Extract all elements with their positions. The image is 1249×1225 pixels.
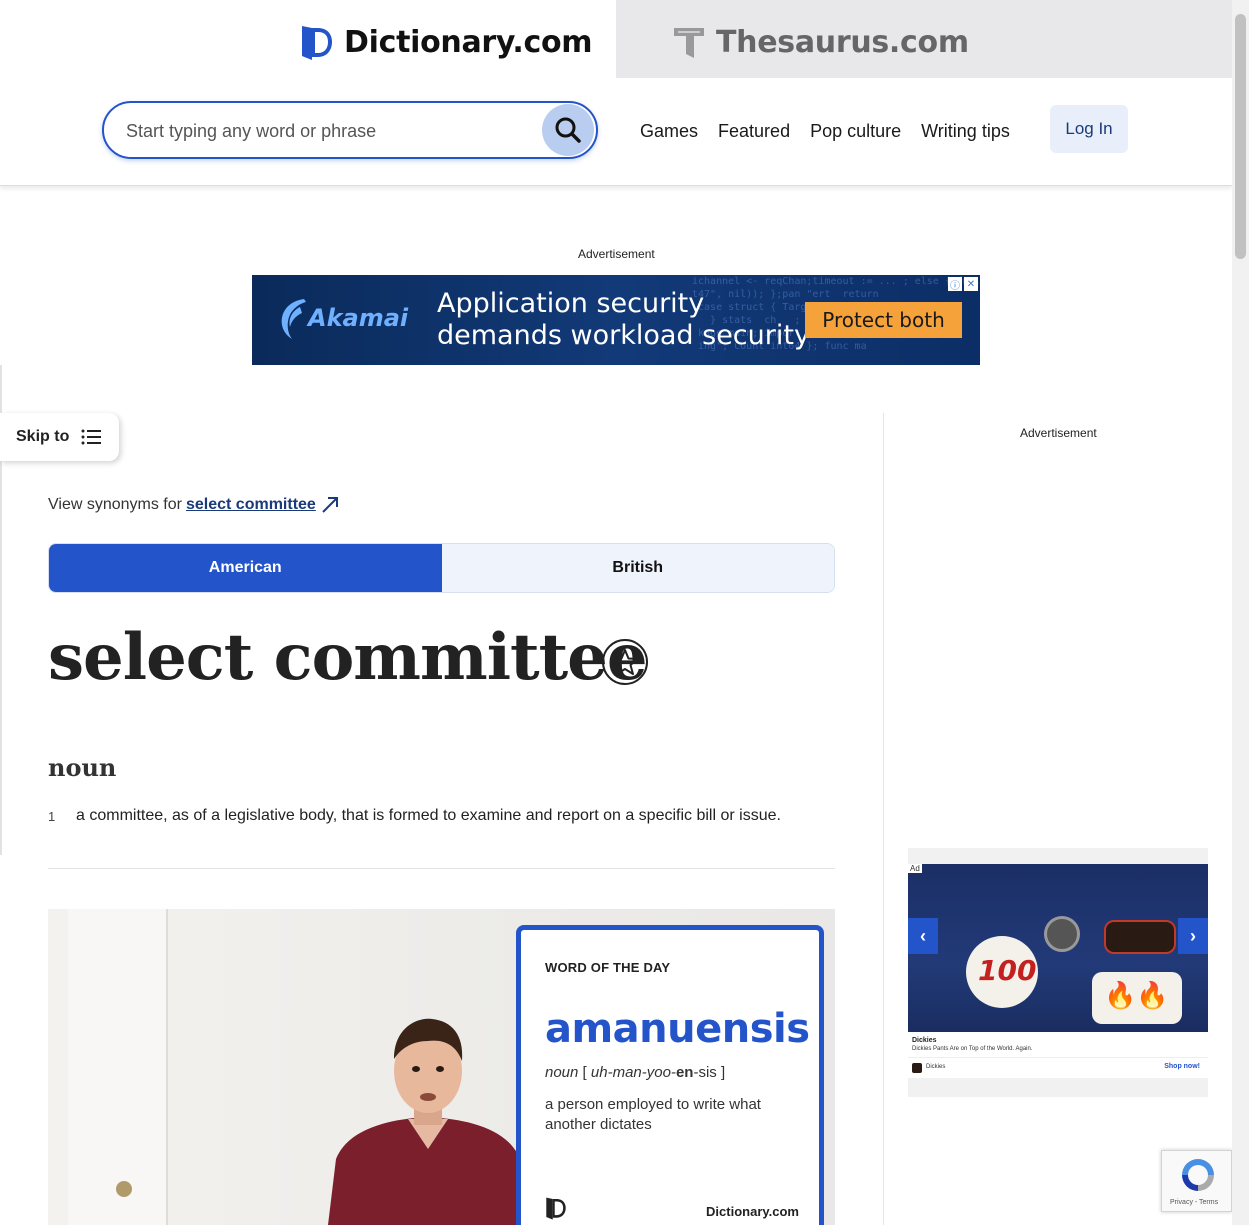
brand-tabs: Dictionary.com Thesaurus.com [0,0,1232,78]
favorite-button[interactable] [602,639,648,685]
sidebar-ad-desc: Dickies Pants Are on Top of the World. A… [912,1046,1033,1052]
skip-to-label: Skip to [16,428,70,445]
definition-text: a committee, as of a legislative body, t… [76,807,781,824]
recaptcha-badge[interactable]: Privacy - Terms [1161,1150,1232,1212]
patch-dickies [1104,920,1176,954]
patch-button [1044,916,1080,952]
nav-games[interactable]: Games [640,121,698,142]
nav-featured[interactable]: Featured [718,121,790,142]
ad-info-icon[interactable]: ⓘ [948,277,962,292]
door-knob [116,1181,132,1197]
scrollbar-thumb[interactable] [1235,14,1246,259]
dictionary-brand-name: Dictionary.com [344,24,593,60]
sidebar-ad[interactable]: 100 🔥🔥 Ad ‹ › Dickies Dickies Pants Are … [908,848,1208,1097]
tab-american[interactable]: American [49,544,442,592]
search-icon [555,117,581,143]
recaptcha-terms[interactable]: Privacy - Terms [1170,1199,1218,1206]
headword: select committee [48,620,648,695]
star-icon [611,649,639,675]
login-button[interactable]: Log In [1050,105,1128,153]
akamai-logo: Akamai [278,295,408,341]
ad-label-sidebar: Advertisement [1020,426,1097,440]
ad-cta-button[interactable]: Protect both [805,302,962,338]
tab-british[interactable]: British [441,544,834,592]
chevron-right-icon: › [1190,925,1196,946]
akamai-wave-icon [281,299,306,339]
nav-writing-tips[interactable]: Writing tips [921,121,1010,142]
carousel-next-button[interactable]: › [1178,918,1208,954]
banner-ad[interactable]: ichannel <- reqChan;timeout := ... ; els… [252,275,980,365]
search-box [102,101,598,159]
sidebar-ad-cta[interactable]: Shop now! [1164,1063,1200,1070]
sidebar-ad-tag: Ad [908,864,922,873]
presenter-image [328,1018,528,1225]
page-scrollbar[interactable] [1232,0,1249,1225]
dictionary-logo-icon [302,26,332,60]
recaptcha-icon [1182,1159,1214,1191]
thesaurus-logo-icon [674,28,704,58]
dictionary-logo[interactable]: Dictionary.com [300,24,593,60]
wotd-pron-pre: uh-man-yoo- [590,1064,676,1081]
chevron-left-icon: ‹ [920,925,926,946]
wotd-card: WORD OF THE DAY amanuensis noun [ uh-man… [516,925,824,1225]
ad-controls: ⓘ ✕ [948,277,978,292]
ad-headline-line2: demands workload security [437,320,810,351]
sidebar-ad-image: 100 🔥🔥 [908,864,1208,1032]
wotd-pron-post: -sis ] [693,1064,726,1081]
synonyms-prefix: View synonyms for [48,496,182,513]
wotd-label: WORD OF THE DAY [545,960,671,975]
search-input[interactable] [126,117,526,145]
wotd-pron-open: [ [582,1064,591,1081]
nav-pop-culture[interactable]: Pop culture [810,121,901,142]
ad-label-top: Advertisement [578,247,655,261]
definition-number: 1 [48,809,56,824]
search-button[interactable] [542,104,594,156]
word-of-the-day-video[interactable]: WORD OF THE DAY amanuensis noun [ uh-man… [48,909,835,1225]
dictionary-tab[interactable]: Dictionary.com [0,0,616,78]
wotd-pos: noun [545,1064,579,1081]
fire-icon: 🔥🔥 [1104,980,1169,1010]
video-door [68,909,168,1225]
thesaurus-tab[interactable]: Thesaurus.com [616,0,1232,78]
patch-100-glyph: 100 [978,954,1037,987]
skip-to-button[interactable]: Skip to [0,413,119,461]
synonyms-link[interactable]: select committee [186,496,316,514]
site-header: Games Featured Pop culture Writing tips … [0,78,1232,186]
external-arrow-icon[interactable] [320,495,340,515]
part-of-speech: noun [48,753,117,782]
main-nav: Games Featured Pop culture Writing tips [640,121,1010,142]
sidebar-ad-brand: Dickies [912,1037,937,1044]
section-divider [48,868,835,869]
ad-headline-line1: Application security [437,288,705,319]
ad-close-icon[interactable]: ✕ [964,277,978,291]
wotd-meaning: a person employed to write what another … [545,1096,761,1133]
wotd-pronunciation: noun [ uh-man-yoo-en-sis ] [545,1064,725,1081]
sidebar-ad-info: Dickies Dickies Pants Are on Top of the … [908,1032,1208,1078]
wotd-brand: Dictionary.com [706,1204,799,1219]
sidebar-ad-brand-icon [912,1063,922,1073]
dialect-toggle: American British [48,543,835,593]
ad-headline: Application security demands workload se… [437,288,810,352]
list-icon [81,429,102,445]
carousel-prev-button[interactable]: ‹ [908,918,938,954]
ad-brand-name: Akamai [308,304,409,332]
thesaurus-brand-name: Thesaurus.com [716,24,969,60]
sidebar-ad-small-brand: Dickies [926,1064,946,1070]
view-synonyms: View synonyms for select committee [48,495,340,515]
column-divider [883,413,884,1225]
thesaurus-logo[interactable]: Thesaurus.com [672,24,969,60]
wotd-logo-icon [546,1197,566,1220]
sidebar-ad-footer: Dickies Shop now! [908,1057,1208,1077]
wotd-word: amanuensis [545,1006,810,1052]
wotd-pron-stress: en [675,1064,694,1081]
